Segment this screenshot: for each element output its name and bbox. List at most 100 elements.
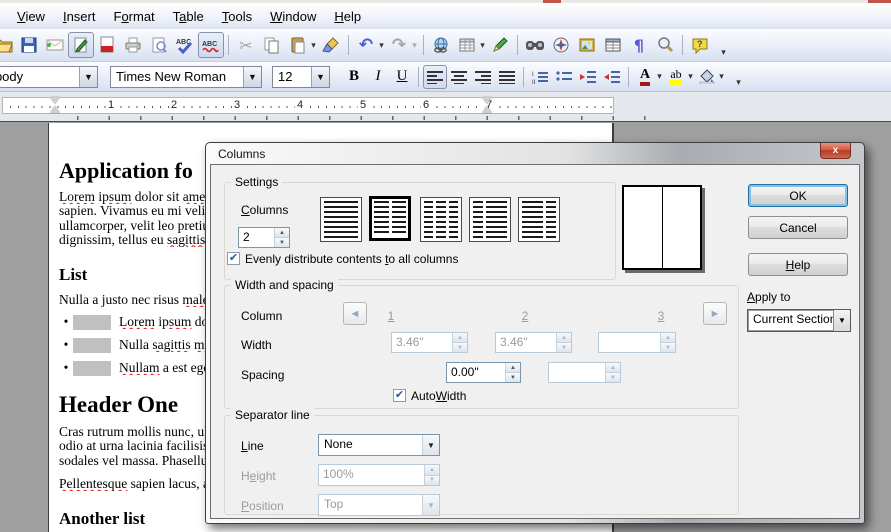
apply-to-dropdown[interactable]: Current Section ▼ <box>747 309 851 332</box>
underline-button[interactable]: U <box>390 65 414 89</box>
clone-formatting-icon[interactable] <box>318 32 344 58</box>
columns-label: Columns <box>241 203 288 217</box>
menu-help[interactable]: Help <box>325 6 370 27</box>
ok-button[interactable]: OK <box>748 184 848 207</box>
menu-table[interactable]: Table <box>164 6 213 27</box>
formatting-marks-icon[interactable]: ¶ <box>626 32 652 58</box>
font-color-icon[interactable]: A <box>633 65 657 89</box>
preset-one-column[interactable] <box>320 197 362 242</box>
print-icon[interactable] <box>120 32 146 58</box>
preset-right-narrow[interactable] <box>518 197 560 242</box>
column-nav-right-icon[interactable]: ► <box>703 302 727 325</box>
menu-insert[interactable]: Insert <box>54 6 105 27</box>
export-pdf-icon[interactable] <box>94 32 120 58</box>
undo-icon[interactable]: ↶ <box>353 32 379 58</box>
email-icon[interactable] <box>42 32 68 58</box>
italic-button[interactable]: I <box>366 65 390 89</box>
bold-button[interactable]: B <box>342 65 366 89</box>
toolbar-separator <box>517 35 518 55</box>
checkbox-check-icon: ✔ <box>393 389 406 402</box>
auto-spellcheck-icon[interactable]: ABC <box>198 32 224 58</box>
chevron-down-icon[interactable]: ▼ <box>243 67 261 87</box>
menu-view[interactable]: View <box>8 6 54 27</box>
apply-to-label: Apply to <box>747 290 790 304</box>
bullet-list-icon[interactable] <box>552 65 576 89</box>
menu-format[interactable]: Format <box>104 6 163 27</box>
close-icon[interactable]: x <box>820 143 851 159</box>
align-left-icon[interactable] <box>423 65 447 89</box>
background-color-icon[interactable] <box>695 65 719 89</box>
toolbar-separator <box>348 35 349 55</box>
width-label: Width <box>241 338 272 352</box>
increase-indent-icon[interactable] <box>600 65 624 89</box>
cancel-button[interactable]: Cancel <box>748 216 848 239</box>
autowidth-checkbox[interactable]: ✔ AutoWidth <box>393 389 466 403</box>
ruler-strip: 1 2 3 4 5 6 7 <box>2 97 614 114</box>
chevron-down-icon[interactable]: ▼ <box>79 67 97 87</box>
help-icon[interactable]: ? <box>687 32 713 58</box>
ruler-number: 1 <box>106 99 116 111</box>
open-icon[interactable] <box>0 32 16 58</box>
width-spacing-group: Width and spacing Column ◄ 1 2 3 ► Width… <box>224 285 739 409</box>
spin-down-icon[interactable]: ▼ <box>506 373 520 382</box>
columns-count-spinner[interactable]: 2 ▲▼ <box>238 227 290 248</box>
align-right-icon[interactable] <box>471 65 495 89</box>
spin-up-icon[interactable]: ▲ <box>506 363 520 373</box>
indent-marker-right[interactable] <box>482 97 492 113</box>
navigator-icon[interactable] <box>548 32 574 58</box>
paragraph-style-combo[interactable]: ext body ▼ <box>0 66 98 88</box>
font-name-combo[interactable]: Times New Roman ▼ <box>110 66 262 88</box>
toolbar-overflow-icon[interactable]: ▾ <box>719 47 728 58</box>
align-center-icon[interactable] <box>447 65 471 89</box>
gallery-icon[interactable] <box>574 32 600 58</box>
copy-icon[interactable] <box>259 32 285 58</box>
numbered-list-icon[interactable]: III <box>528 65 552 89</box>
chevron-down-icon[interactable]: ▼ <box>311 67 329 87</box>
data-sources-icon[interactable] <box>600 32 626 58</box>
spellcheck-icon[interactable]: ABC <box>172 32 198 58</box>
spacing-spinner-1[interactable]: 0.00" ▲▼ <box>446 362 521 383</box>
line-style-dropdown[interactable]: None ▼ <box>318 434 440 456</box>
justify-icon[interactable] <box>495 65 519 89</box>
paste-icon[interactable] <box>285 32 311 58</box>
bullet-glyph: • <box>59 337 73 353</box>
spin-up-icon[interactable]: ▲ <box>275 228 289 238</box>
column-nav-left-icon[interactable]: ◄ <box>343 302 367 325</box>
edit-file-icon[interactable] <box>68 32 94 58</box>
menu-tools[interactable]: Tools <box>213 6 261 27</box>
find-replace-icon[interactable] <box>522 32 548 58</box>
preset-three-columns[interactable] <box>420 197 462 242</box>
highlighting-dropdown-icon[interactable]: ▾ <box>686 71 695 82</box>
draw-functions-icon[interactable] <box>487 32 513 58</box>
chevron-down-icon[interactable]: ▼ <box>833 310 850 331</box>
font-color-dropdown-icon[interactable]: ▾ <box>655 71 664 82</box>
bullet-glyph: • <box>59 360 73 376</box>
toolbar-separator <box>682 35 683 55</box>
bullet-glyph: • <box>59 314 73 330</box>
help-button[interactable]: Help <box>748 253 848 276</box>
ruler[interactable]: 1 2 3 4 5 6 7 <box>0 92 891 122</box>
dialog-title-bar[interactable]: Columns <box>206 143 864 164</box>
svg-text:ABC: ABC <box>202 41 217 48</box>
toolbar-overflow-icon[interactable]: ▾ <box>734 77 743 88</box>
indent-marker-left[interactable] <box>50 97 60 113</box>
menu-window[interactable]: Window <box>261 6 325 27</box>
evenly-distribute-checkbox[interactable]: ✔ Evenly distribute contents to all colu… <box>227 252 458 266</box>
preset-left-narrow[interactable] <box>469 197 511 242</box>
table-icon[interactable] <box>454 32 480 58</box>
chevron-down-icon[interactable]: ▼ <box>422 435 439 455</box>
zoom-icon[interactable] <box>652 32 678 58</box>
hyperlink-icon[interactable] <box>428 32 454 58</box>
height-label: Height <box>241 469 276 483</box>
preset-two-columns[interactable] <box>369 196 411 241</box>
highlighting-icon[interactable]: ab <box>664 65 688 89</box>
font-size-combo[interactable]: 12 ▼ <box>272 66 330 88</box>
toolbar-separator <box>628 67 629 87</box>
decrease-indent-icon[interactable] <box>576 65 600 89</box>
page-preview-icon[interactable] <box>146 32 172 58</box>
ruler-number: 4 <box>295 99 305 111</box>
spin-down-icon[interactable]: ▼ <box>275 238 289 247</box>
save-icon[interactable] <box>16 32 42 58</box>
toolbar-separator <box>423 35 424 55</box>
background-color-dropdown-icon[interactable]: ▾ <box>717 71 726 82</box>
